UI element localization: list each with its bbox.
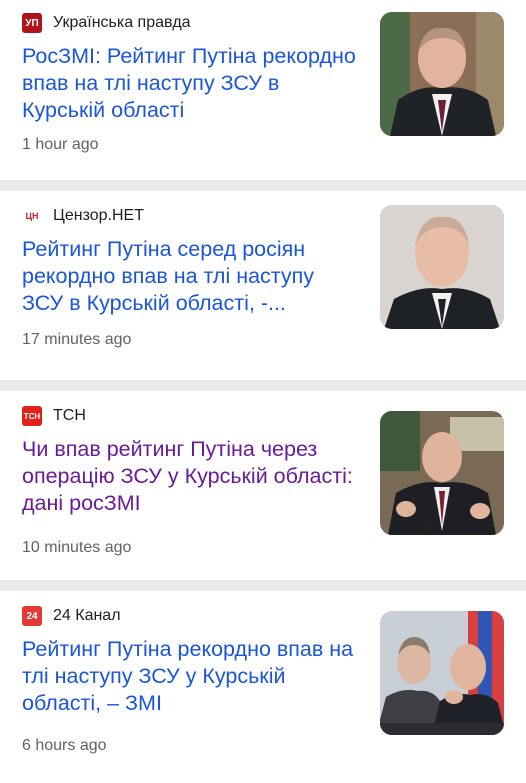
source-logo-icon: УП	[22, 13, 42, 33]
card-separator	[0, 180, 526, 191]
news-source: УП Українська правда	[22, 12, 191, 34]
source-name: ТСН	[53, 407, 86, 424]
source-logo-icon: 24	[22, 606, 42, 626]
source-logo-icon: ТСН	[22, 406, 42, 426]
source-logo-text: ЦН	[25, 211, 39, 221]
source-logo-text: УП	[25, 17, 39, 29]
article-headline-link[interactable]: РосЗМІ: Рейтинг Путіна рекордно впав на …	[22, 43, 360, 124]
meeting-photo-icon	[380, 611, 504, 735]
article-thumbnail[interactable]	[380, 611, 504, 735]
card-separator	[0, 580, 526, 591]
news-card[interactable]: УП Українська правда РосЗМІ: Рейтинг Пут…	[0, 0, 526, 180]
news-source: ТСН ТСН	[22, 405, 86, 427]
news-card[interactable]: ТСН ТСН Чи впав рейтинг Путіна через опе…	[0, 391, 526, 580]
article-timestamp: 6 hours ago	[22, 737, 107, 754]
source-name: 24 Канал	[53, 607, 121, 624]
article-thumbnail[interactable]	[380, 411, 504, 535]
source-name: Цензор.НЕТ	[53, 207, 144, 224]
person-portrait-photo-icon	[380, 205, 504, 329]
news-source: ЦН Цензор.НЕТ	[22, 205, 144, 227]
article-timestamp: 17 minutes ago	[22, 331, 132, 348]
article-thumbnail[interactable]	[380, 205, 504, 329]
article-headline-link[interactable]: Чи впав рейтинг Путіна через операцію ЗС…	[22, 436, 360, 517]
news-card[interactable]: 24 24 Канал Рейтинг Путіна рекордно впав…	[0, 591, 526, 783]
source-logo-icon: ЦН	[22, 206, 42, 226]
article-headline-link[interactable]: Рейтинг Путіна рекордно впав на тлі наст…	[22, 636, 360, 717]
person-portrait-photo-icon	[380, 12, 504, 136]
source-name: Українська правда	[53, 14, 191, 31]
article-timestamp: 10 minutes ago	[22, 539, 132, 556]
news-card[interactable]: ЦН Цензор.НЕТ Рейтинг Путіна серед росія…	[0, 191, 526, 380]
card-separator	[0, 380, 526, 391]
article-headline-link[interactable]: Рейтинг Путіна серед росіян рекордно впа…	[22, 236, 360, 317]
news-source: 24 24 Канал	[22, 605, 121, 627]
source-logo-text: 24	[26, 610, 38, 622]
source-logo-text: ТСН	[23, 411, 41, 421]
article-timestamp: 1 hour ago	[22, 136, 99, 153]
news-feed: УП Українська правда РосЗМІ: Рейтинг Пут…	[0, 0, 526, 783]
article-thumbnail[interactable]	[380, 12, 504, 136]
person-speaking-photo-icon	[380, 411, 504, 535]
